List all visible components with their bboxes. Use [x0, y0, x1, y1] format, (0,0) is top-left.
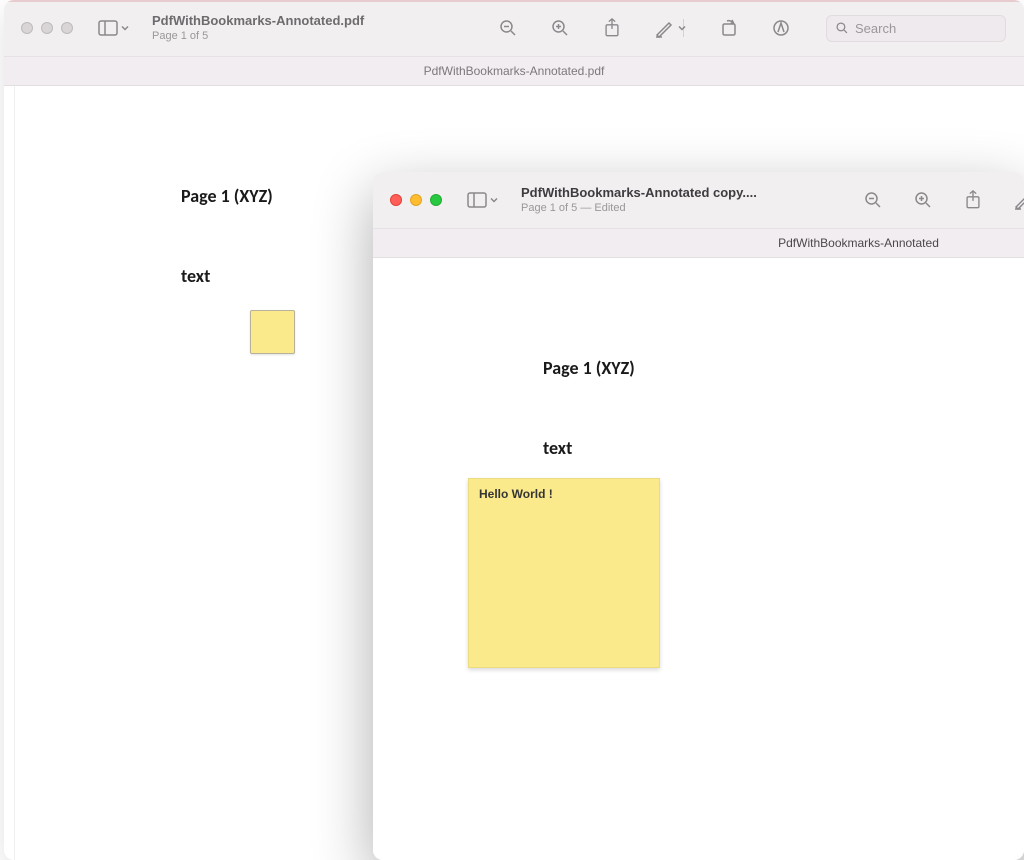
zoom-in-icon	[913, 190, 933, 210]
page-heading: Page 1 (XYZ)	[543, 357, 635, 379]
document-title: PdfWithBookmarks-Annotated copy....	[521, 185, 757, 201]
pencil-icon	[654, 18, 674, 38]
page-body-text: text	[543, 437, 572, 459]
page-indicator: Page 1 of 5 — Edited	[521, 202, 757, 215]
sticky-note-text: Hello World !	[479, 487, 553, 501]
share-icon	[964, 190, 982, 210]
markup-icon	[771, 18, 791, 38]
rotate-button[interactable]	[718, 17, 740, 39]
zoom-in-button[interactable]	[912, 189, 934, 211]
highlight-button[interactable]	[653, 17, 675, 39]
search-icon	[835, 21, 849, 35]
rotate-icon	[719, 18, 739, 38]
page-heading: Page 1 (XYZ)	[181, 185, 273, 207]
search-field[interactable]	[826, 15, 1006, 42]
search-input[interactable]	[855, 21, 975, 36]
share-icon	[603, 18, 621, 38]
markup-toolbar-button[interactable]	[770, 17, 792, 39]
chevron-down-icon	[489, 195, 499, 205]
zoom-out-icon	[498, 18, 518, 38]
page-indicator: Page 1 of 5	[152, 30, 364, 43]
zoom-out-icon	[863, 190, 883, 210]
sidebar-toggle-button[interactable]	[467, 189, 499, 211]
close-button[interactable]	[390, 194, 402, 206]
chevron-down-icon	[120, 23, 130, 33]
page-body-text: text	[181, 265, 210, 287]
zoom-out-button[interactable]	[862, 189, 884, 211]
document-viewport[interactable]: Page 1 (XYZ) text Hello World !	[373, 258, 1024, 860]
toolbar-actions	[862, 189, 1024, 211]
minimize-button[interactable]	[410, 194, 422, 206]
document-title-block: PdfWithBookmarks-Annotated copy.... Page…	[521, 185, 757, 215]
tab-bar: PdfWithBookmarks-Annotated.pdf	[4, 57, 1024, 86]
traffic-lights	[21, 22, 73, 34]
zoom-out-button[interactable]	[497, 17, 519, 39]
close-button[interactable]	[21, 22, 33, 34]
zoom-in-button[interactable]	[549, 17, 571, 39]
tab-bar: PdfWithBookmarks-Annotated	[373, 229, 1024, 258]
sticky-note-annotation[interactable]: Hello World !	[468, 478, 660, 668]
share-button[interactable]	[601, 17, 623, 39]
sidebar-icon	[98, 20, 118, 36]
preview-window-foreground: PdfWithBookmarks-Annotated copy.... Page…	[373, 172, 1024, 860]
toolbar: PdfWithBookmarks-Annotated copy.... Page…	[373, 172, 1024, 229]
zoom-in-icon	[550, 18, 570, 38]
document-title-block: PdfWithBookmarks-Annotated.pdf Page 1 of…	[152, 13, 364, 43]
document-title: PdfWithBookmarks-Annotated.pdf	[152, 13, 364, 29]
sidebar-icon	[467, 192, 487, 208]
toolbar-actions	[497, 15, 1006, 42]
sticky-note-annotation[interactable]	[250, 310, 295, 354]
zoom-button[interactable]	[61, 22, 73, 34]
toolbar: PdfWithBookmarks-Annotated.pdf Page 1 of…	[4, 0, 1024, 57]
zoom-button[interactable]	[430, 194, 442, 206]
chevron-down-icon	[677, 23, 687, 33]
tab-title[interactable]: PdfWithBookmarks-Annotated	[458, 236, 939, 250]
highlight-button[interactable]	[1012, 189, 1024, 211]
traffic-lights	[390, 194, 442, 206]
highlight-menu-button[interactable]	[676, 17, 688, 39]
tab-title[interactable]: PdfWithBookmarks-Annotated.pdf	[424, 64, 605, 78]
minimize-button[interactable]	[41, 22, 53, 34]
markup-button-group	[653, 17, 688, 39]
share-button[interactable]	[962, 189, 984, 211]
sidebar-toggle-button[interactable]	[98, 17, 130, 39]
pencil-icon	[1013, 190, 1024, 210]
